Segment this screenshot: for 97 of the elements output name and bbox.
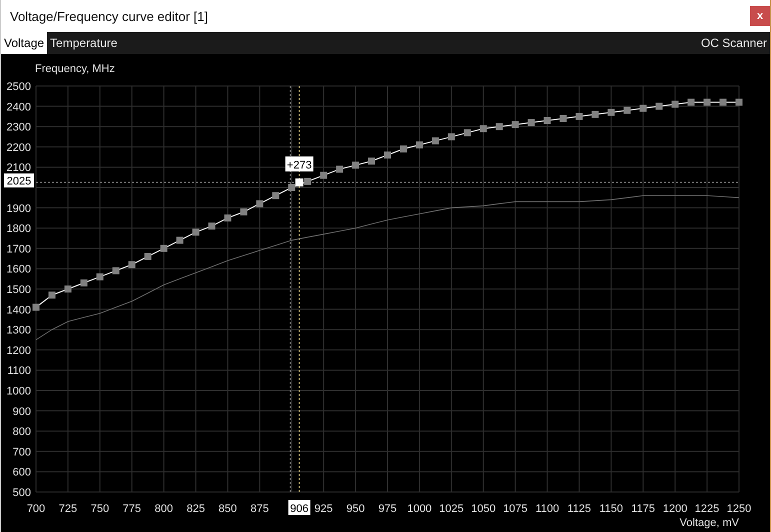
x-tick-label: 1200 xyxy=(662,503,688,515)
x-cursor-label: 906 xyxy=(288,500,310,515)
curve-point[interactable] xyxy=(720,98,727,106)
y-tick-label: 1300 xyxy=(6,324,31,337)
y-tick-label: 600 xyxy=(12,466,31,479)
curve-point[interactable] xyxy=(464,129,471,136)
curve-point[interactable] xyxy=(336,166,344,173)
curve-point[interactable] xyxy=(256,200,264,208)
y-tick-label: 1700 xyxy=(6,243,31,256)
curve-point[interactable] xyxy=(80,279,88,286)
tab[interactable]: Voltage xyxy=(1,32,48,54)
y-tick-label: 900 xyxy=(12,406,31,418)
curve-point[interactable] xyxy=(544,117,551,124)
curve-point[interactable] xyxy=(112,267,120,274)
y-tick-label: 700 xyxy=(12,446,31,458)
curve-point[interactable] xyxy=(32,304,40,311)
curve-point[interactable] xyxy=(448,133,455,140)
curve-point[interactable] xyxy=(592,110,599,118)
y-tick-label: 1100 xyxy=(7,365,31,378)
curve-point[interactable] xyxy=(528,119,535,126)
curve-point[interactable] xyxy=(160,244,168,252)
curve-point[interactable] xyxy=(48,292,56,299)
y-tick-label: 1000 xyxy=(6,386,31,398)
curve-point[interactable] xyxy=(176,236,184,244)
selected-point[interactable] xyxy=(295,178,304,186)
tab[interactable]: Temperature xyxy=(47,32,120,54)
curve-point[interactable] xyxy=(560,114,567,122)
curve-point[interactable] xyxy=(64,286,72,292)
annotation: +273 xyxy=(286,159,312,172)
x-tick-label: 1175 xyxy=(631,503,655,515)
y-tick-label: 2300 xyxy=(6,122,31,134)
curve-point[interactable] xyxy=(272,192,280,200)
curve-point[interactable] xyxy=(656,102,663,110)
curve-point[interactable] xyxy=(672,100,679,108)
y-tick-label: 1200 xyxy=(6,344,31,357)
x-axis-title: Voltage, mV xyxy=(680,517,739,529)
curve-point[interactable] xyxy=(640,104,647,112)
x-tick-label: 750 xyxy=(90,503,110,515)
close-button[interactable]: x xyxy=(750,6,770,26)
y-tick-label: 1900 xyxy=(6,202,31,215)
y-tick-label: 800 xyxy=(12,426,31,438)
x-tick-label: 850 xyxy=(218,503,237,515)
curve-point[interactable] xyxy=(384,152,391,159)
window-title: Voltage/Frequency curve editor [1] xyxy=(10,8,208,24)
curve-point[interactable] xyxy=(224,214,232,222)
curve-point[interactable] xyxy=(320,172,328,179)
x-tick-label: 1125 xyxy=(567,503,592,515)
curve-point[interactable] xyxy=(304,178,312,185)
y-tick-label: 1600 xyxy=(6,264,31,276)
curve-point[interactable] xyxy=(192,228,200,236)
x-tick-label: 1225 xyxy=(694,503,720,515)
curve-point[interactable] xyxy=(96,273,104,280)
x-tick-label: 925 xyxy=(314,503,333,515)
curve-point[interactable] xyxy=(144,253,152,260)
x-tick-label: 775 xyxy=(122,503,142,515)
y-cursor-label: 2025 xyxy=(4,173,34,188)
y-tick-label: 2400 xyxy=(6,101,31,114)
curve-point[interactable] xyxy=(128,261,136,268)
x-tick-label: 1050 xyxy=(471,503,496,515)
y-tick-label: 500 xyxy=(12,487,31,499)
x-tick-label: 725 xyxy=(58,503,78,515)
curve-point[interactable] xyxy=(416,141,423,148)
offset-label: +273 xyxy=(285,156,314,172)
y-tick-label: 1500 xyxy=(6,284,31,296)
x-tick-label: 1150 xyxy=(599,503,623,515)
x-tick-label: 700 xyxy=(26,503,46,515)
x-tick-label: 1075 xyxy=(503,503,528,515)
y-tick-label: 2500 xyxy=(6,81,31,93)
curve-point[interactable] xyxy=(400,145,407,152)
x-tick-label: 950 xyxy=(346,503,365,515)
curve-point[interactable] xyxy=(352,162,360,169)
y-axis-title: Frequency, MHz xyxy=(35,63,115,75)
y-tick-label: 2200 xyxy=(6,142,31,154)
x-tick-label: 825 xyxy=(186,503,205,515)
x-tick-label: 975 xyxy=(378,503,397,515)
curve-point[interactable] xyxy=(736,98,742,106)
x-tick-label: 1250 xyxy=(726,503,752,515)
curve-point[interactable] xyxy=(288,184,296,191)
curve-point[interactable] xyxy=(688,98,695,106)
curve-point[interactable] xyxy=(608,108,615,116)
y-tick-label: 1800 xyxy=(6,223,31,236)
x-tick-label: 1100 xyxy=(535,503,560,515)
oc-scanner-tab[interactable]: OC Scanner xyxy=(698,32,770,54)
curve-point[interactable] xyxy=(512,121,519,128)
curve-point[interactable] xyxy=(496,123,503,130)
y-tick-label: 2100 xyxy=(6,162,31,174)
x-tick-label: 1000 xyxy=(407,503,432,515)
x-tick-label: 1025 xyxy=(439,503,464,515)
x-tick-label: 875 xyxy=(250,503,269,515)
curve-point[interactable] xyxy=(432,137,439,144)
curve-point[interactable] xyxy=(576,112,583,120)
curve-point[interactable] xyxy=(368,158,376,165)
y-tick-label: 1400 xyxy=(6,304,31,316)
curve-point[interactable] xyxy=(704,98,711,106)
curve-point[interactable] xyxy=(480,125,487,132)
curve-point[interactable] xyxy=(208,222,216,230)
x-tick-label: 800 xyxy=(154,503,173,515)
